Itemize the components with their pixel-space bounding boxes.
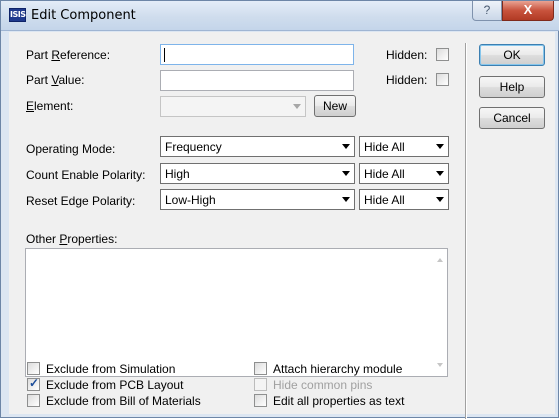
window-title: Edit Component [31,8,136,23]
edit-component-dialog: ISIS Edit Component ? X Part Reference: … [0,0,559,419]
element-label: Element: [26,99,74,113]
part-value-input[interactable] [160,70,354,91]
exclude-pcb-layout-label: Exclude from PCB Layout [46,378,184,392]
chevron-down-icon [342,144,350,149]
other-properties-label: Other Properties: [26,232,118,246]
exclude-simulation-label: Exclude from Simulation [46,362,176,376]
part-value-hidden-checkbox[interactable] [436,73,449,86]
scroll-up-arrow-icon[interactable] [437,258,443,262]
help-button[interactable]: Help [479,76,545,98]
part-reference-input[interactable] [160,44,354,65]
title-bar[interactable]: ISIS Edit Component ? X [1,1,559,31]
exclude-pcb-layout-checkbox[interactable]: ✓ [27,376,40,391]
chevron-down-icon [436,171,444,176]
hide-common-pins-checkbox [254,378,267,391]
part-value-hidden-label: Hidden: [386,73,428,87]
scroll-down-arrow-icon[interactable] [437,363,443,367]
new-element-button[interactable]: New [314,95,356,117]
chevron-down-icon [293,104,301,109]
edit-all-as-text-label: Edit all properties as text [273,394,405,408]
part-reference-hidden-label: Hidden: [386,48,428,62]
attach-hierarchy-module-checkbox[interactable] [254,362,267,375]
part-reference-hidden-checkbox[interactable] [436,48,449,61]
operating-mode-label: Operating Mode: [26,142,116,156]
hide-common-pins-label: Hide common pins [273,378,373,392]
part-value-label: Part Value: [26,73,85,87]
part-reference-label: Part Reference: [26,48,111,62]
question-mark-icon: ? [483,3,491,17]
reset-edge-polarity-visibility-select[interactable]: Hide All [359,189,449,210]
attach-hierarchy-module-label: Attach hierarchy module [273,362,403,376]
reset-edge-polarity-label: Reset Edge Polarity: [26,194,136,208]
chevron-down-icon [436,197,444,202]
check-mark-icon: ✓ [28,376,40,390]
element-select[interactable] [160,96,306,117]
count-enable-polarity-visibility-select[interactable]: Hide All [359,163,449,184]
exclude-bom-label: Exclude from Bill of Materials [46,394,201,408]
chevron-down-icon [436,144,444,149]
count-enable-polarity-select[interactable]: High [160,163,355,184]
close-icon: X [523,2,533,17]
edit-all-as-text-checkbox[interactable] [254,394,267,407]
other-properties-textarea[interactable] [25,248,448,377]
context-help-button[interactable]: ? [472,1,502,21]
cancel-button[interactable]: Cancel [479,107,545,129]
isis-app-icon: ISIS [9,8,26,22]
count-enable-polarity-label: Count Enable Polarity: [26,168,146,182]
ok-button[interactable]: OK [479,44,545,66]
chevron-down-icon [342,171,350,176]
dialog-body: Part Reference: Hidden: Part Value: Hidd… [9,32,555,419]
operating-mode-select[interactable]: Frequency [160,136,355,157]
vertical-separator [465,43,467,419]
exclude-simulation-checkbox[interactable] [27,362,40,375]
close-button[interactable]: X [502,1,554,21]
operating-mode-visibility-select[interactable]: Hide All [359,136,449,157]
exclude-bom-checkbox[interactable] [27,394,40,407]
text-caret [164,48,165,62]
chevron-down-icon [342,197,350,202]
reset-edge-polarity-select[interactable]: Low-High [160,189,355,210]
